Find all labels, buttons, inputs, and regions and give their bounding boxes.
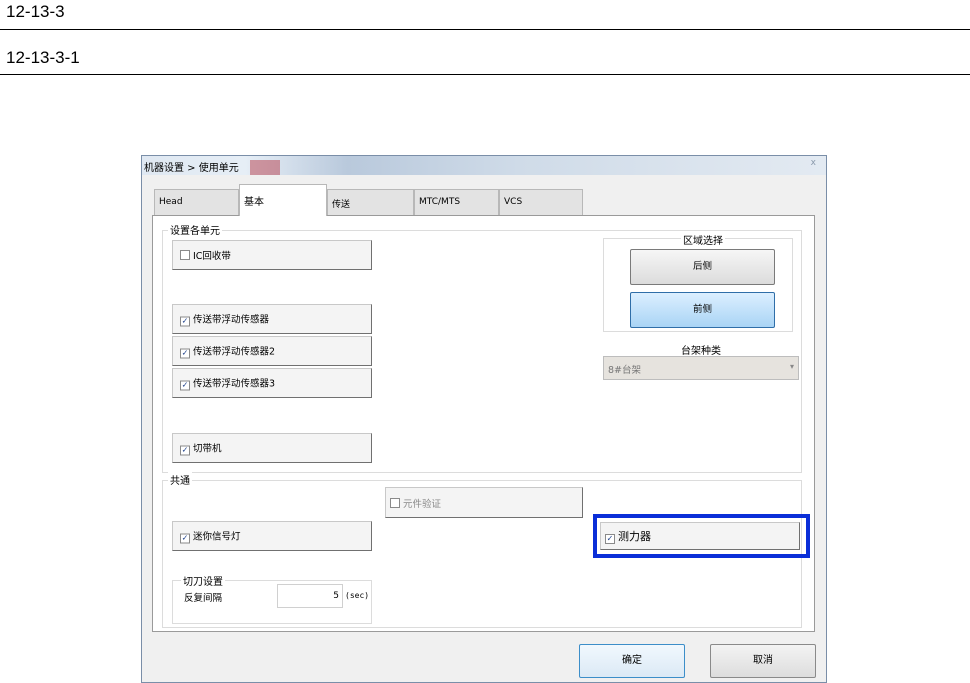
checkbox-label: 切带机 xyxy=(193,443,222,455)
checkbox-label: IC回收带 xyxy=(193,251,231,262)
tab-transfer[interactable]: 传送 xyxy=(327,189,414,215)
interval-unit: (sec) xyxy=(345,591,370,600)
checkbox-label: 传送带浮动传感器2 xyxy=(193,346,276,358)
settings-window: 机器设置 > 使用单元 x Head 基本 传送 MTC/MTS VCS 设置各… xyxy=(141,155,827,683)
cutter-checkbox[interactable]: ✓ 切带机 xyxy=(172,433,372,463)
rear-button[interactable]: 后侧 xyxy=(630,249,775,285)
mini-light-checkbox[interactable]: ✓ 迷你信号灯 xyxy=(172,521,372,551)
heading-rule xyxy=(0,29,970,30)
sensor2-checkbox[interactable]: ✓ 传送带浮动传感器2 xyxy=(172,336,372,366)
checkbox-checked-icon: ✓ xyxy=(180,445,190,456)
cancel-button[interactable]: 取消 xyxy=(710,644,816,678)
interval-label: 反复间隔 xyxy=(184,593,223,604)
tab-mtc-mts[interactable]: MTC/MTS xyxy=(414,189,499,215)
title-decoration xyxy=(250,160,280,175)
checkbox-label: 传送带浮动传感器 xyxy=(193,314,270,326)
tab-label: VCS xyxy=(504,197,523,207)
checkbox-checked-icon: ✓ xyxy=(180,348,190,359)
tab-basic[interactable]: 基本 xyxy=(239,184,327,216)
common-group-label: 共通 xyxy=(168,472,192,487)
tab-label: 基本 xyxy=(244,197,264,208)
interval-input[interactable]: 5 xyxy=(277,584,343,608)
checkbox-label: 传送带浮动传感器3 xyxy=(193,378,276,390)
sensor3-checkbox[interactable]: ✓ 传送带浮动传感器3 xyxy=(172,368,372,398)
tab-head[interactable]: Head xyxy=(154,189,239,215)
checkbox-label: 元件验证 xyxy=(403,498,442,510)
subsection-heading: 12-13-3-1 xyxy=(6,48,80,67)
title-bar: 机器设置 > 使用单元 x xyxy=(142,156,826,175)
sensor1-checkbox[interactable]: ✓ 传送带浮动传感器 xyxy=(172,304,372,334)
cutter-settings-label: 切刀设置 xyxy=(181,573,225,588)
ok-button[interactable]: 确定 xyxy=(579,644,685,678)
checkbox-icon xyxy=(180,250,190,260)
tab-label: 传送 xyxy=(332,200,351,210)
checkbox-label: 迷你信号灯 xyxy=(193,531,241,543)
front-button[interactable]: 前侧 xyxy=(630,292,775,328)
subheading-rule xyxy=(0,74,970,75)
checkbox-checked-icon: ✓ xyxy=(180,380,190,391)
checkbox-checked-icon: ✓ xyxy=(180,316,190,327)
rack-type-value: 8#台架 xyxy=(608,365,642,376)
close-icon[interactable]: x xyxy=(811,158,816,168)
tab-label: Head xyxy=(159,197,183,207)
part-verify-checkbox[interactable]: 元件验证 xyxy=(385,487,583,518)
highlight-box xyxy=(593,514,810,558)
checkbox-checked-icon: ✓ xyxy=(180,533,190,544)
section-heading: 12-13-3 xyxy=(6,2,65,21)
units-group-label: 设置各单元 xyxy=(168,222,222,237)
rack-type-label: 台架种类 xyxy=(679,342,723,357)
window-title: 机器设置 > 使用单元 xyxy=(144,163,239,174)
tab-label: MTC/MTS xyxy=(419,197,461,207)
chevron-down-icon: ▾ xyxy=(789,362,794,371)
tab-panel: 设置各单元 IC回收带 ✓ 传送带浮动传感器 ✓ 传送带浮动传感器2 ✓ 传送带浮动传… xyxy=(152,215,815,632)
rack-type-select[interactable]: 8#台架 ▾ xyxy=(603,356,799,380)
area-select-label: 区域选择 xyxy=(681,232,725,247)
ic-belt-checkbox[interactable]: IC回收带 xyxy=(172,240,372,270)
checkbox-icon xyxy=(390,497,400,508)
tab-vcs[interactable]: VCS xyxy=(499,189,583,215)
